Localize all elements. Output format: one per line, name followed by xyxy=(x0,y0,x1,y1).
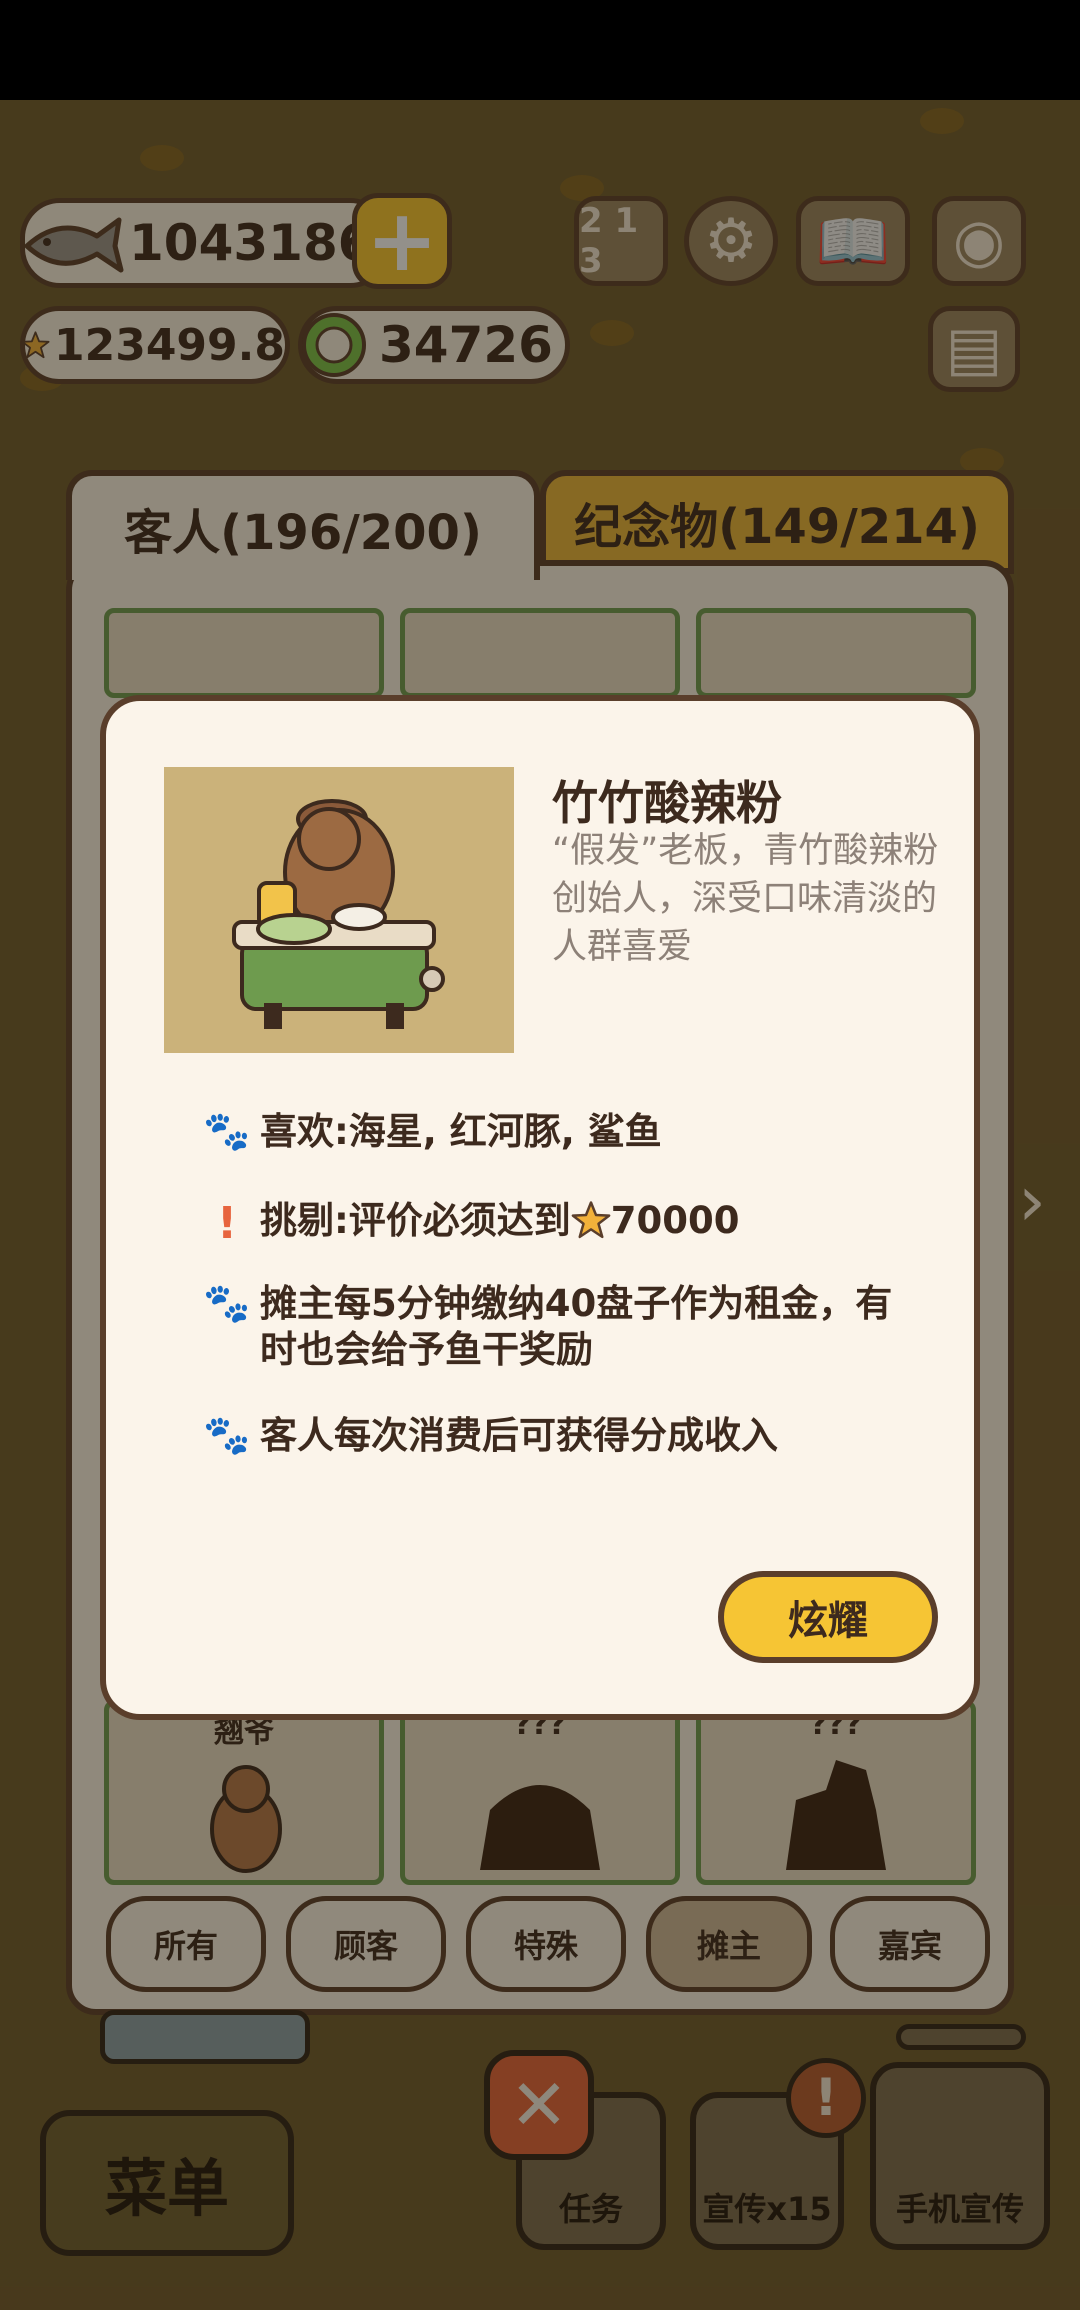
status-bar xyxy=(0,0,1080,100)
picky-prefix: 挑剔:评价必须达到 xyxy=(260,1199,571,1242)
picky-value: 70000 xyxy=(610,1199,740,1242)
character-name: 竹竹酸辣粉 xyxy=(552,776,782,830)
character-detail-modal: 竹竹酸辣粉 “假发”老板，青竹酸辣粉创始人，深受口味清淡的人群喜爱 🐾 喜欢:海… xyxy=(100,695,980,1720)
star-icon xyxy=(571,1201,611,1239)
likes-row: 🐾 喜欢:海星, 红河豚, 鲨鱼 xyxy=(194,1109,662,1155)
brag-button[interactable]: 炫耀 xyxy=(718,1571,938,1663)
character-portrait xyxy=(164,767,514,1053)
character-description: “假发”老板，青竹酸辣粉创始人，深受口味清淡的人群喜爱 xyxy=(552,831,939,967)
likes-text: 喜欢:海星, 红河豚, 鲨鱼 xyxy=(260,1110,662,1153)
paw-icon: 🐾 xyxy=(203,1281,251,1325)
rent-text: 摊主每5分钟缴纳40盘子作为租金，有时也会给予鱼干奖励 xyxy=(260,1282,893,1371)
paw-icon: 🐾 xyxy=(203,1413,251,1457)
share-text: 客人每次消费后可获得分成收入 xyxy=(260,1414,778,1457)
rent-row: 🐾 摊主每5分钟缴纳40盘子作为租金，有时也会给予鱼干奖励 xyxy=(194,1281,914,1373)
exclamation-icon: ! xyxy=(216,1198,238,1249)
picky-text: 挑剔:评价必须达到 70000 xyxy=(260,1198,740,1244)
capybara-stall-icon xyxy=(232,799,445,1029)
paw-icon: 🐾 xyxy=(203,1109,251,1153)
brag-label: 炫耀 xyxy=(788,1598,868,1644)
share-row: 🐾 客人每次消费后可获得分成收入 xyxy=(194,1413,778,1459)
picky-row: ! 挑剔:评价必须达到 70000 xyxy=(194,1198,740,1249)
